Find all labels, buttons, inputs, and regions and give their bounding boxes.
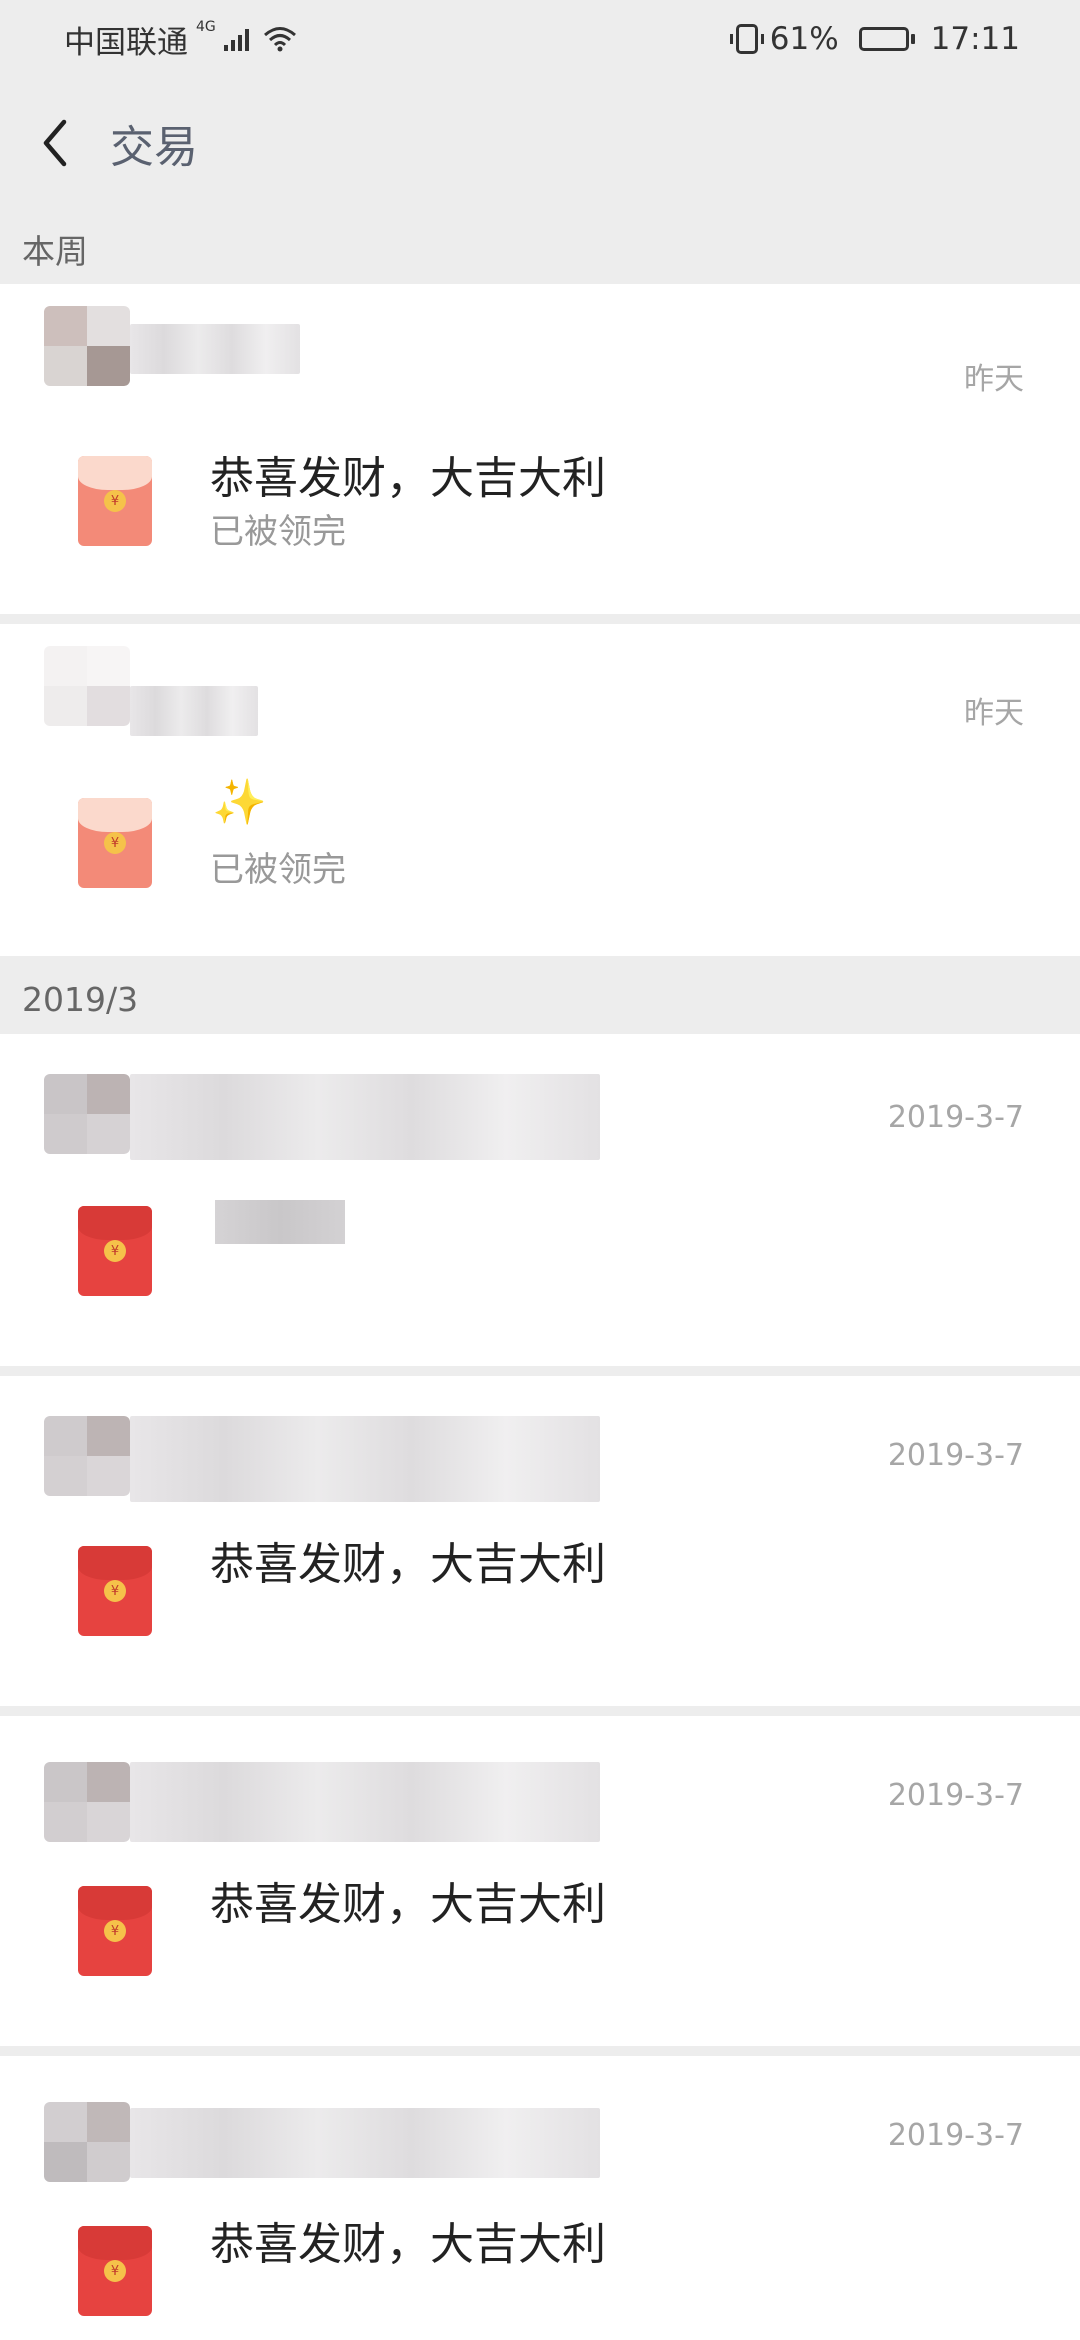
sender-name-redacted	[130, 2108, 600, 2178]
transaction-date: 2019-3-7	[887, 1100, 1024, 1135]
transaction-card[interactable]: 昨天 ¥ 恭喜发财，大吉大利 已被领完	[0, 284, 1080, 614]
battery-percent: 61%	[769, 21, 839, 57]
red-envelope-icon: ¥	[78, 1546, 152, 1636]
transaction-card[interactable]: 2019-3-7 ¥ 恭喜发财，大吉大利	[0, 1376, 1080, 1706]
sender-name-redacted	[130, 1416, 600, 1502]
envelope-message: 恭喜发财，大吉大利	[210, 453, 606, 504]
transaction-date: 昨天	[964, 696, 1024, 731]
network-type: 4G	[196, 19, 216, 35]
red-envelope-icon: ¥	[78, 1886, 152, 1976]
red-envelope-icon: ¥	[78, 2226, 152, 2316]
back-button[interactable]	[0, 88, 110, 198]
wifi-icon	[263, 27, 296, 52]
red-envelope-icon: ¥	[78, 798, 152, 888]
transaction-date: 2019-3-7	[887, 2118, 1024, 2153]
page-title: 交易	[110, 122, 198, 173]
avatar	[44, 1416, 130, 1496]
carrier-name: 中国联通	[64, 24, 188, 61]
avatar	[44, 306, 130, 386]
clock: 17:11	[930, 21, 1020, 57]
sender-name-redacted	[130, 324, 300, 374]
avatar	[44, 1074, 130, 1154]
sender-name-redacted	[130, 1762, 600, 1842]
transaction-date: 2019-3-7	[887, 1778, 1024, 1813]
vibrate-icon	[729, 24, 764, 54]
status-bar: 中国联通 4G 61% 17:11	[0, 0, 1080, 78]
envelope-message: 恭喜发财，大吉大利	[210, 2219, 606, 2270]
signal-icon	[223, 27, 249, 51]
section-header-this-week: 本周	[0, 214, 1080, 284]
section-header-2019-3: 2019/3	[0, 964, 1080, 1034]
transaction-date: 昨天	[964, 362, 1024, 397]
nav-bar: 交易	[0, 78, 1080, 208]
sender-name-redacted	[130, 1074, 600, 1160]
envelope-message: 恭喜发财，大吉大利	[210, 1879, 606, 1930]
avatar	[44, 1762, 130, 1842]
transaction-date: 2019-3-7	[887, 1438, 1024, 1473]
sparkle-emoji: ✨	[212, 777, 267, 828]
battery-icon	[858, 27, 915, 51]
envelope-status: 已被领完	[210, 512, 346, 552]
avatar	[44, 646, 130, 726]
message-redacted	[215, 1200, 345, 1244]
transaction-card[interactable]: 昨天 ¥ ✨ 已被领完	[0, 624, 1080, 956]
sender-name-redacted	[130, 686, 258, 736]
red-envelope-icon: ¥	[78, 1206, 152, 1296]
transaction-card[interactable]: 2019-3-7 ¥ 恭喜发财，大吉大利	[0, 2056, 1080, 2340]
envelope-status: 已被领完	[210, 850, 346, 890]
avatar	[44, 2102, 130, 2182]
chevron-left-icon	[43, 119, 67, 167]
red-envelope-icon: ¥	[78, 456, 152, 546]
envelope-message: 恭喜发财，大吉大利	[210, 1539, 606, 1590]
transaction-card[interactable]: 2019-3-7 ¥	[0, 1034, 1080, 1366]
transaction-card[interactable]: 2019-3-7 ¥ 恭喜发财，大吉大利	[0, 1716, 1080, 2046]
